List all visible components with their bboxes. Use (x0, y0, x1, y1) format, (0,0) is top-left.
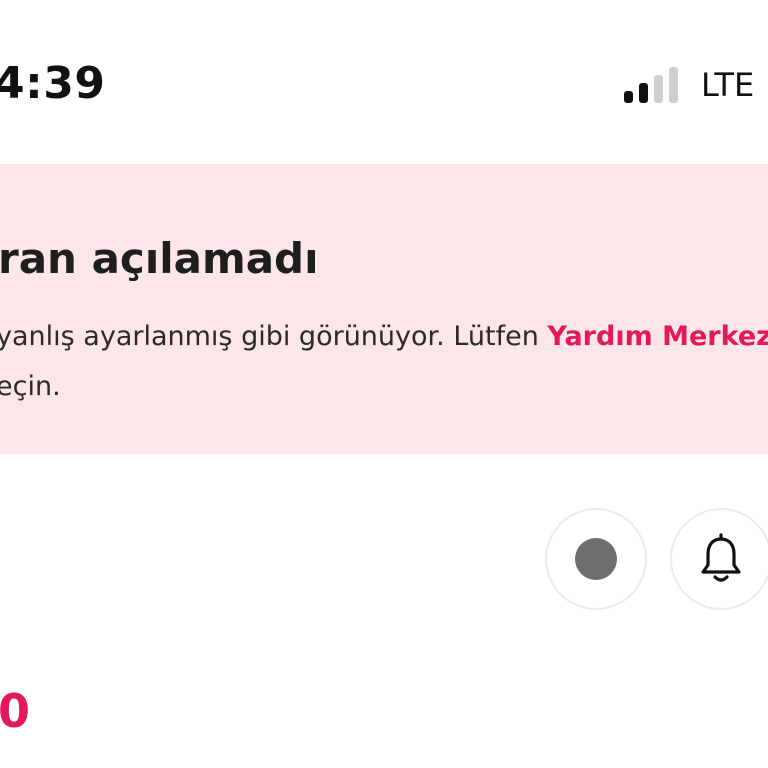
error-banner: ran açılamadı yanlış ayarlanmış gibi gör… (0, 164, 768, 454)
help-center-link[interactable]: Yardım Merkez (547, 321, 768, 352)
signal-bar-2 (639, 83, 648, 103)
status-time: 4:39 (0, 58, 106, 109)
network-type: LTE (701, 66, 755, 104)
balance-value: 0 (0, 684, 31, 738)
notifications-button[interactable] (670, 508, 768, 610)
bell-icon (701, 533, 741, 582)
signal-bar-3 (654, 75, 663, 103)
signal-bar-1 (624, 91, 633, 103)
record-dot-icon (575, 538, 617, 580)
record-button[interactable] (545, 508, 647, 610)
banner-message-line-1: yanlış ayarlanmış gibi görünüyor. Lütfen… (0, 312, 768, 362)
signal-strength-icon (624, 67, 678, 103)
app-screen: 4:39 LTE ran açılamadı yanlış ayarlanmış… (0, 0, 768, 768)
banner-message-text: yanlış ayarlanmış gibi görünüyor. Lütfen (0, 321, 548, 352)
banner-title: ran açılamadı (0, 234, 319, 283)
signal-bar-4 (669, 67, 678, 103)
banner-message: yanlış ayarlanmış gibi görünüyor. Lütfen… (0, 312, 768, 412)
banner-message-line-2: eçin. (0, 371, 61, 402)
